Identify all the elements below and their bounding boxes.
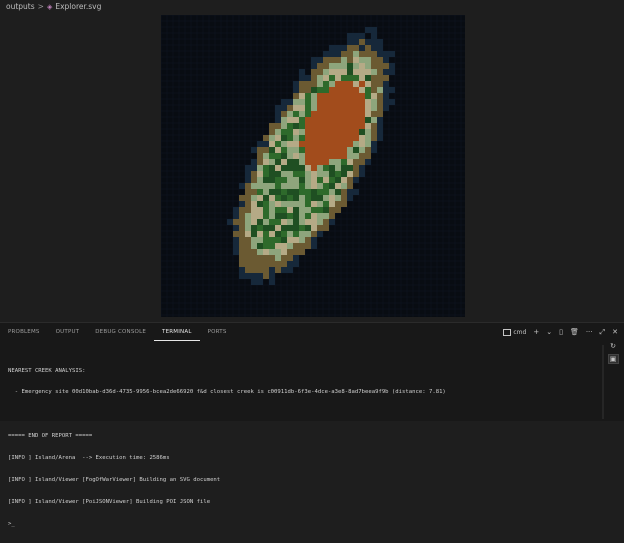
terminal-name: cmd [513, 328, 527, 336]
close-panel-button[interactable]: ✕ [612, 328, 618, 336]
terminal-selector[interactable]: cmd [503, 328, 527, 336]
chevron-down-icon[interactable]: ⌄ [546, 328, 552, 336]
terminal-line: [INFO ] Island/Viewer [PoiJSONViewer] Bu… [8, 498, 211, 505]
terminal-icon [503, 328, 512, 336]
terminal-line: NEAREST CREEK ANALYSIS: [8, 367, 86, 374]
terminal-line: ​ [8, 411, 598, 418]
tab-problems[interactable]: PROBLEMS [0, 323, 48, 341]
terminal-line: [INFO ] Island/Viewer [FogOfWarViewer] B… [8, 477, 221, 484]
terminal-output[interactable]: NEAREST CREEK ANALYSIS: - Emergency site… [8, 353, 598, 543]
terminal-instance-icon[interactable]: ▣ [607, 354, 619, 364]
tab-debug-console[interactable]: DEBUG CONSOLE [87, 323, 154, 341]
panel-actions: cmd + ⌄ ▯ 🗑 ··· ⤢ ✕ [503, 323, 618, 341]
tab-output[interactable]: OUTPUT [48, 323, 88, 341]
terminal-line: ===== END OF REPORT ===== [8, 433, 93, 440]
island-tiles [227, 27, 395, 285]
trash-icon[interactable]: 🗑 [570, 328, 579, 336]
terminal-line: - Emergency site 00d10bab-d36d-4735-9956… [8, 389, 446, 396]
add-terminal-button[interactable]: + [533, 328, 539, 336]
terminal-line: [INFO ] Island/Arena --> Execution time:… [8, 455, 170, 462]
tab-ports[interactable]: PORTS [200, 323, 235, 341]
breadcrumb-file[interactable]: Explorer.svg [55, 1, 101, 13]
breadcrumb-separator: > [37, 2, 44, 11]
svg-file-icon: ◈ [46, 3, 53, 11]
refresh-icon[interactable]: ↻ [608, 341, 619, 351]
terminal-scrollbar[interactable] [602, 345, 604, 419]
island-map [161, 15, 465, 317]
maximize-panel-button[interactable]: ⤢ [600, 328, 606, 337]
terminal-list: ↻ ▣ [606, 341, 620, 364]
breadcrumb-folder[interactable]: outputs [6, 1, 35, 13]
tab-terminal[interactable]: TERMINAL [154, 323, 200, 341]
more-actions-button[interactable]: ··· [586, 328, 593, 336]
split-terminal-button[interactable]: ▯ [559, 328, 563, 336]
terminal-prompt: >_ [8, 520, 15, 527]
bottom-panel: PROBLEMS OUTPUT DEBUG CONSOLE TERMINAL P… [0, 322, 624, 527]
breadcrumb: outputs > ◈ Explorer.svg [0, 0, 624, 14]
svg-preview-canvas [161, 15, 465, 317]
